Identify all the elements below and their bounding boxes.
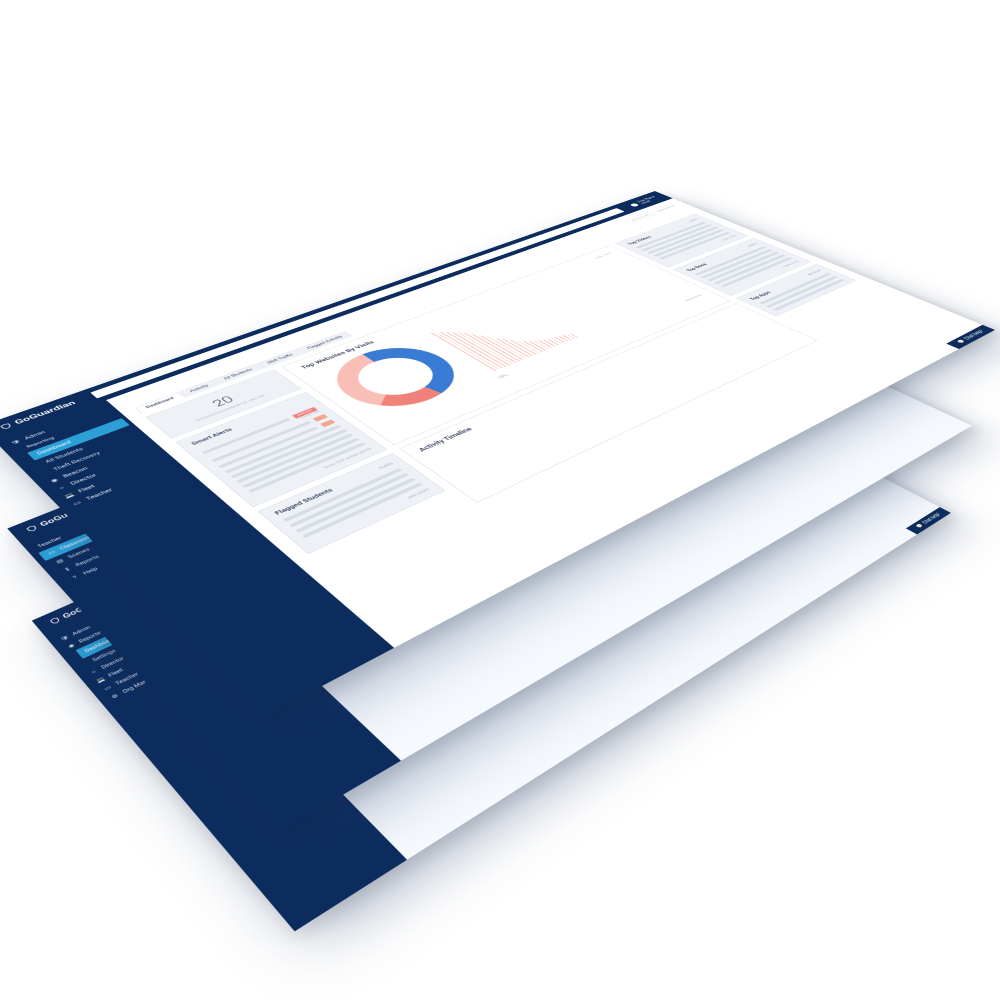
monitor-icon: ▭ <box>47 550 57 556</box>
radio-icon: ◉ <box>67 643 77 650</box>
shield-icon <box>0 422 14 430</box>
chat-help-button[interactable]: 💬Chat help! <box>906 507 951 534</box>
card-tag: VISITS <box>747 243 758 248</box>
scene-icon: ▤ <box>55 558 65 565</box>
view-more-link[interactable]: View more <box>683 294 703 302</box>
bars-icon: ⫼ <box>62 566 73 573</box>
circle-icon: ○ <box>89 669 99 676</box>
laptop-icon: 💻 <box>96 677 106 684</box>
gear-icon: ⚙ <box>110 693 120 700</box>
help-icon: ? <box>70 574 81 581</box>
card-tag: VISITS <box>688 218 699 222</box>
avatar <box>629 203 639 207</box>
card-tag: FLAGS <box>378 462 394 470</box>
card-tag: INSTALLS <box>807 269 822 276</box>
donut-legend: 18% <box>497 373 510 379</box>
book-icon: ▭ <box>71 500 83 507</box>
laptop-icon: 💻 <box>64 492 76 499</box>
shield-icon <box>48 616 62 625</box>
shield-icon <box>25 524 40 533</box>
chat-icon: 💬 <box>915 523 925 529</box>
chat-icon: 💬 <box>956 339 967 344</box>
book-icon: ▭ <box>103 685 113 692</box>
